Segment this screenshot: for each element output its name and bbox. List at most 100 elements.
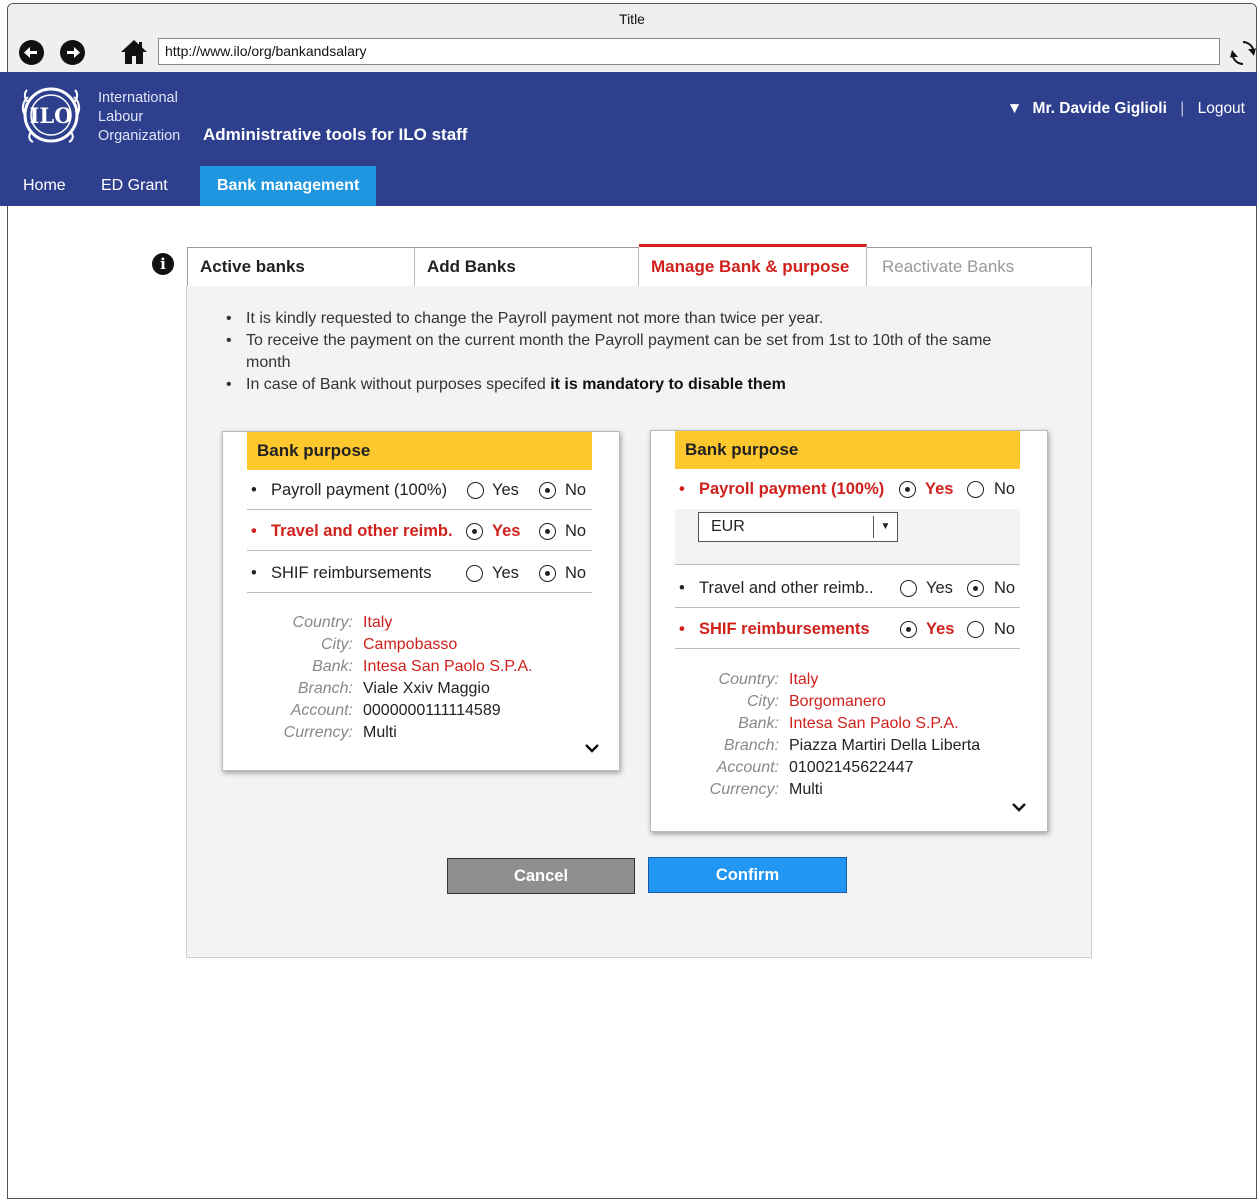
- refresh-icon[interactable]: [1230, 39, 1256, 72]
- radio-no[interactable]: [539, 482, 556, 499]
- city-value: Campobasso: [363, 636, 458, 653]
- purpose-label: Payroll payment (100%): [699, 480, 885, 498]
- purpose-label: SHIF reimbursements: [271, 564, 432, 582]
- radio-yes[interactable]: [900, 621, 917, 638]
- branch-label: Branch:: [297, 680, 353, 697]
- menu-item-ed-grant[interactable]: ED Grant: [101, 166, 168, 206]
- bank-value: Intesa San Paolo S.P.A.: [363, 658, 533, 675]
- purpose-row-shif: SHIF reimbursements Yes No: [247, 553, 592, 593]
- radio-yes-label: Yes: [926, 579, 953, 597]
- purpose-row-travel: Travel and other reimb.. Yes No: [675, 568, 1020, 608]
- account-label: Account:: [716, 759, 779, 776]
- confirm-button[interactable]: Confirm: [648, 857, 847, 893]
- radio-yes-label: Yes: [492, 481, 519, 499]
- content-panel: It is kindly requested to change the Pay…: [186, 286, 1092, 958]
- radio-no-label: No: [565, 522, 587, 540]
- radio-yes[interactable]: [466, 523, 483, 540]
- chevron-down-icon[interactable]: [583, 742, 601, 754]
- currency-value: Multi: [789, 781, 823, 798]
- separator: |: [1180, 100, 1185, 117]
- bank-details: Country: Italy City: Campobasso Bank: Intes…: [273, 612, 533, 744]
- org-name-line: Labour: [98, 109, 144, 125]
- radio-yes-label: Yes: [492, 564, 519, 582]
- svg-text:ILO: ILO: [30, 103, 73, 128]
- currency-select[interactable]: EUR ▼: [698, 512, 898, 542]
- bank-details: Country: Italy City: Borgomanero Bank: Inte…: [701, 669, 981, 801]
- radio-no[interactable]: [967, 621, 984, 638]
- branch-label: Branch:: [723, 737, 779, 754]
- note-item: To receive the payment on the current mo…: [222, 330, 1022, 374]
- currency-select-value: EUR: [711, 518, 745, 535]
- app-title: Administrative tools for ILO staff: [203, 125, 468, 144]
- url-input[interactable]: http://www.ilo/org/bankandsalary: [158, 38, 1220, 65]
- radio-yes-label: Yes: [492, 522, 521, 540]
- bank-card-right: Bank purpose Payroll payment (100%) Yes …: [650, 430, 1048, 832]
- org-name-line: Organization: [98, 128, 181, 144]
- radio-yes-label: Yes: [925, 480, 954, 498]
- branch-value: Piazza Martiri Della Liberta: [789, 737, 981, 754]
- bank-purpose-header: Bank purpose: [247, 432, 592, 470]
- ilo-logo-icon[interactable]: ILO: [14, 82, 88, 153]
- bank-value: Intesa San Paolo S.P.A.: [789, 715, 959, 732]
- purpose-label: Payroll payment (100%): [271, 481, 448, 499]
- radio-no-label: No: [994, 480, 1016, 498]
- tab-reactivate-banks: Reactivate Banks: [882, 257, 1015, 276]
- radio-no-label: No: [565, 564, 587, 582]
- city-label: City:: [321, 636, 353, 653]
- info-icon[interactable]: i: [152, 253, 174, 275]
- chevron-down-icon[interactable]: [1010, 801, 1028, 813]
- tab-add-banks[interactable]: Add Banks: [415, 248, 639, 286]
- dropdown-arrow-icon[interactable]: ▼: [873, 516, 897, 538]
- purpose-row-travel: Travel and other reimb. Yes No: [247, 511, 592, 551]
- country-label: Country:: [292, 614, 353, 631]
- account-value: 01002145622447: [789, 759, 914, 776]
- radio-no[interactable]: [539, 565, 556, 582]
- country-value: Italy: [363, 614, 393, 631]
- cancel-button[interactable]: Cancel: [447, 858, 635, 894]
- organization-name: International Labour Organization: [98, 89, 180, 146]
- purpose-label: SHIF reimbursements: [699, 620, 870, 638]
- note-text: In case of Bank without purposes specife…: [246, 376, 551, 393]
- tab-active-banks[interactable]: Active banks: [188, 248, 415, 286]
- logout-link[interactable]: Logout: [1198, 100, 1245, 117]
- radio-no[interactable]: [539, 523, 556, 540]
- currency-label: Currency:: [283, 724, 353, 741]
- purpose-row-shif: SHIF reimbursements Yes No: [675, 609, 1020, 649]
- purpose-row-payroll: Payroll payment (100%) Yes No: [675, 469, 1020, 509]
- radio-no-label: No: [994, 620, 1016, 638]
- radio-yes-label: Yes: [926, 620, 955, 638]
- country-value: Italy: [789, 671, 819, 688]
- bank-label: Bank:: [312, 658, 353, 675]
- main-menu: Home ED Grant Bank management: [0, 166, 1257, 206]
- menu-item-home[interactable]: Home: [23, 166, 66, 206]
- user-name[interactable]: Mr. Davide Giglioli: [1033, 100, 1167, 117]
- tab-manage-bank-purpose[interactable]: Manage Bank & purpose: [639, 244, 867, 286]
- city-label: City:: [747, 693, 779, 710]
- radio-yes[interactable]: [900, 580, 917, 597]
- home-icon[interactable]: [120, 39, 148, 70]
- purpose-row-payroll: Payroll payment (100%) Yes No: [247, 470, 592, 510]
- currency-value: Multi: [363, 724, 397, 741]
- radio-no-label: No: [565, 481, 587, 499]
- radio-no[interactable]: [967, 580, 984, 597]
- notes-list: It is kindly requested to change the Pay…: [222, 308, 1022, 396]
- city-value: Borgomanero: [789, 693, 886, 710]
- note-item: It is kindly requested to change the Pay…: [222, 308, 1022, 330]
- user-area: ▼ Mr. Davide Giglioli | Logout: [1007, 100, 1245, 118]
- site-header: ILO International Labour Organization Ad…: [0, 72, 1257, 166]
- forward-arrow-icon[interactable]: [60, 40, 85, 65]
- purpose-label: Travel and other reimb.: [271, 522, 453, 540]
- address-bar-row: http://www.ilo/org/bankandsalary: [8, 34, 1256, 76]
- account-label: Account:: [290, 702, 353, 719]
- back-arrow-icon[interactable]: [19, 40, 44, 65]
- org-name-line: International: [98, 90, 178, 106]
- purpose-label: Travel and other reimb..: [699, 579, 874, 597]
- menu-item-bank-management[interactable]: Bank management: [200, 166, 377, 206]
- note-emphasis: it is mandatory to disable them: [550, 376, 786, 393]
- radio-yes[interactable]: [466, 565, 483, 582]
- radio-yes[interactable]: [899, 481, 916, 498]
- radio-yes[interactable]: [467, 482, 484, 499]
- user-menu-caret-icon[interactable]: ▼: [1007, 100, 1022, 117]
- bank-label: Bank:: [738, 715, 779, 732]
- radio-no[interactable]: [967, 481, 984, 498]
